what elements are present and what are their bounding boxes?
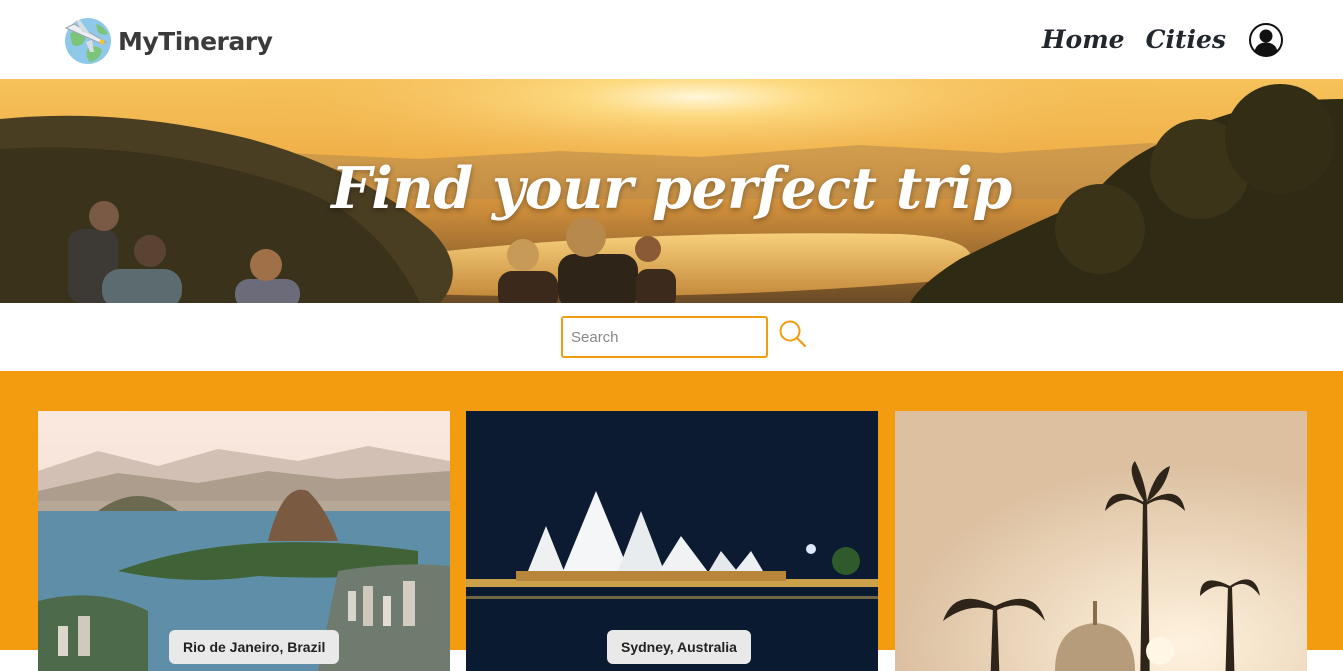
brand-name: MyTinerary: [118, 27, 273, 56]
search-input[interactable]: [561, 316, 768, 358]
cities-section: Rio de Janeiro, Brazil Sydney, Australia: [0, 371, 1343, 671]
city-card-sydney[interactable]: Sydney, Australia: [466, 411, 878, 671]
nav-links: Home Cities: [1042, 22, 1283, 57]
city-card-marrakech[interactable]: [895, 411, 1307, 671]
search-bar: [0, 303, 1343, 371]
city-image: [895, 411, 1307, 671]
search-icon[interactable]: [778, 319, 808, 349]
hero-title: Find your perfect trip: [331, 155, 1012, 222]
city-card-rio[interactable]: Rio de Janeiro, Brazil: [38, 411, 450, 671]
navbar: MyTinerary Home Cities: [0, 0, 1343, 79]
city-label: Sydney, Australia: [607, 630, 751, 664]
nav-link-home[interactable]: Home: [1042, 25, 1125, 54]
globe-plane-icon: [62, 14, 114, 66]
city-label: Rio de Janeiro, Brazil: [169, 630, 340, 664]
nav-link-cities[interactable]: Cities: [1146, 25, 1226, 54]
brand[interactable]: MyTinerary: [62, 14, 273, 66]
user-account-icon[interactable]: [1249, 22, 1283, 57]
hero-banner: Find your perfect trip: [0, 79, 1343, 303]
